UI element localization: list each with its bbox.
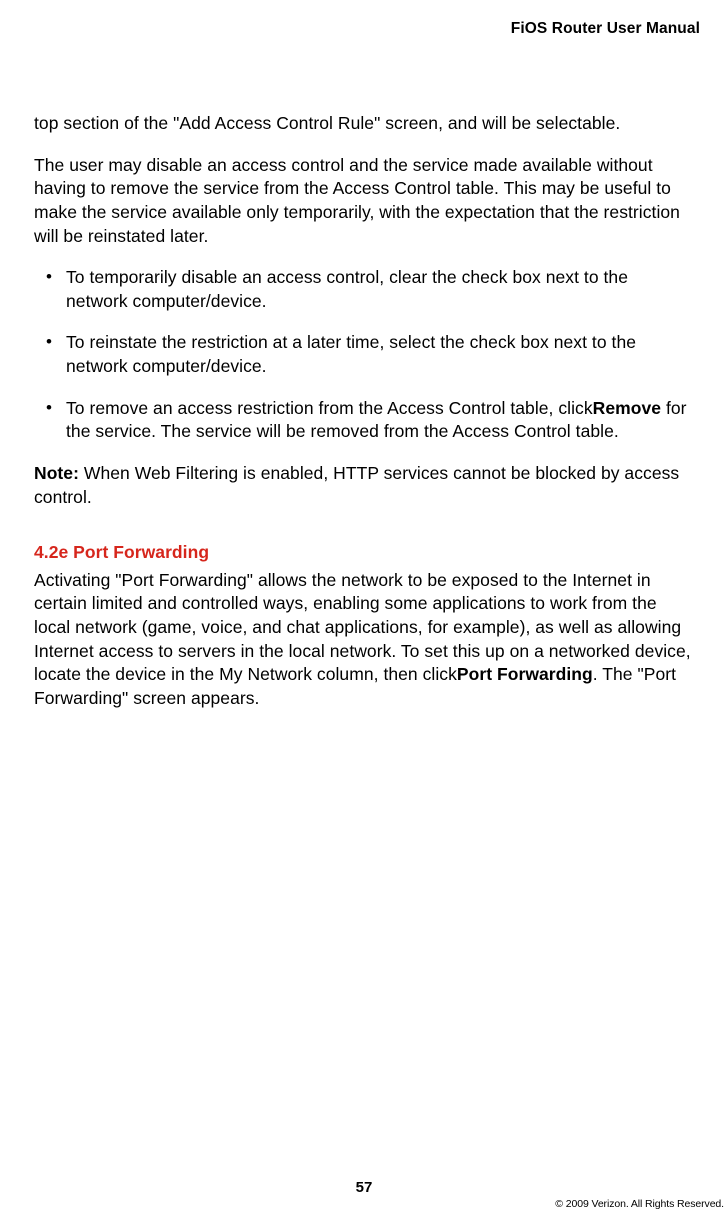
note-text: When Web Filtering is enabled, HTTP serv… [34,463,679,507]
bullet-bold: Remove [593,398,661,418]
bullet-item-3: To remove an access restriction from the… [34,397,694,444]
page-number: 57 [0,1179,728,1196]
paragraph-continuation: top section of the "Add Access Control R… [34,112,694,136]
bullet-text-pre: To remove an access restriction from the… [66,398,593,418]
header-title: FiOS Router User Manual [511,20,700,38]
bullet-item-1: To temporarily disable an access control… [34,266,694,313]
bullet-text: To reinstate the restriction at a later … [66,332,636,376]
bullet-text: To temporarily disable an access control… [66,267,628,311]
page: FiOS Router User Manual top section of t… [0,0,728,1226]
note-label: Note: [34,463,79,483]
section-heading-port-forwarding: 4.2e Port Forwarding [34,541,694,565]
bullet-list: To temporarily disable an access control… [34,266,694,444]
section-paragraph: Activating "Port Forwarding" allows the … [34,569,694,711]
note-paragraph: Note: When Web Filtering is enabled, HTT… [34,462,694,509]
body-content: top section of the "Add Access Control R… [34,112,694,729]
bullet-item-2: To reinstate the restriction at a later … [34,331,694,378]
section-bold: Port Forwarding [457,664,593,684]
copyright: © 2009 Verizon. All Rights Reserved. [555,1198,724,1210]
paragraph-disable-intro: The user may disable an access control a… [34,154,694,249]
